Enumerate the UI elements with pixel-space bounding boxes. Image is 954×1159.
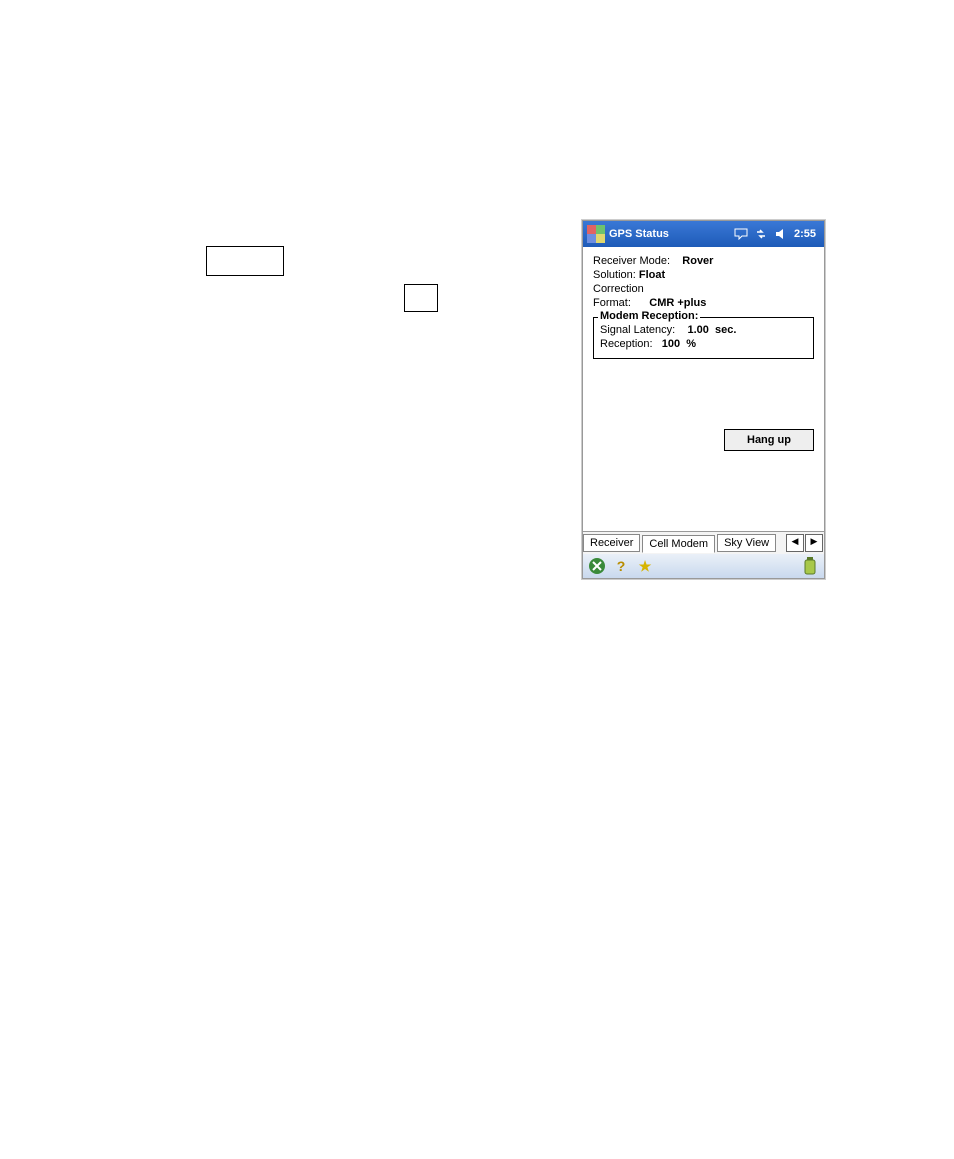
reception-label: Reception: (600, 338, 653, 350)
tab-receiver[interactable]: Receiver (583, 534, 640, 552)
reception-row: Reception: 100 % (600, 338, 807, 350)
star-icon[interactable]: ★ (637, 558, 653, 574)
tab-sky-view[interactable]: Sky View (717, 534, 776, 552)
titlebar-tray: 2:55 (734, 227, 820, 241)
help-icon[interactable]: ? (613, 558, 629, 574)
page-box-1 (206, 246, 284, 276)
modem-reception-legend: Modem Reception: (598, 310, 700, 322)
correction-row: Correction (593, 283, 814, 295)
receiver-mode-label: Receiver Mode: (593, 255, 670, 267)
correction-label: Correction (593, 283, 644, 295)
solution-value: Float (639, 269, 665, 281)
close-icon[interactable] (589, 558, 605, 574)
format-value: CMR +plus (649, 297, 706, 309)
solution-row: Solution: Float (593, 269, 814, 281)
format-row: Format: CMR +plus (593, 297, 814, 309)
battery-icon[interactable] (802, 558, 818, 574)
content-area: Receiver Mode: Rover Solution: Float Cor… (583, 247, 824, 531)
reception-value: 100 (662, 338, 680, 350)
tab-bar: Receiver Cell Modem Sky View ◀ ▶ (583, 531, 824, 554)
bottom-toolbar: ? ★ (583, 554, 824, 578)
tab-cell-modem[interactable]: Cell Modem (642, 535, 715, 553)
tab-nav-right-icon[interactable]: ▶ (805, 534, 823, 552)
window-title: GPS Status (609, 228, 734, 240)
receiver-mode-value: Rover (682, 255, 713, 267)
format-label: Format: (593, 297, 631, 309)
clock-text[interactable]: 2:55 (794, 227, 816, 241)
sync-icon[interactable] (754, 227, 768, 241)
hang-up-button[interactable]: Hang up (724, 429, 814, 451)
signal-latency-row: Signal Latency: 1.00 sec. (600, 324, 807, 336)
page-box-2 (404, 284, 438, 312)
titlebar: GPS Status 2:55 (583, 221, 824, 247)
tab-nav-left-icon[interactable]: ◀ (786, 534, 804, 552)
receiver-mode-row: Receiver Mode: Rover (593, 255, 814, 267)
pda-screen: GPS Status 2:55 Receiver Mode: Rover Sol… (582, 220, 825, 579)
modem-reception-group: Modem Reception: Signal Latency: 1.00 se… (593, 317, 814, 359)
volume-icon[interactable] (774, 227, 788, 241)
signal-latency-unit: sec. (715, 324, 736, 336)
reception-unit: % (686, 338, 696, 350)
signal-latency-value: 1.00 (687, 324, 708, 336)
solution-label: Solution: (593, 269, 636, 281)
signal-latency-label: Signal Latency: (600, 324, 675, 336)
chat-bubble-icon[interactable] (734, 227, 748, 241)
windows-start-icon[interactable] (587, 225, 605, 243)
